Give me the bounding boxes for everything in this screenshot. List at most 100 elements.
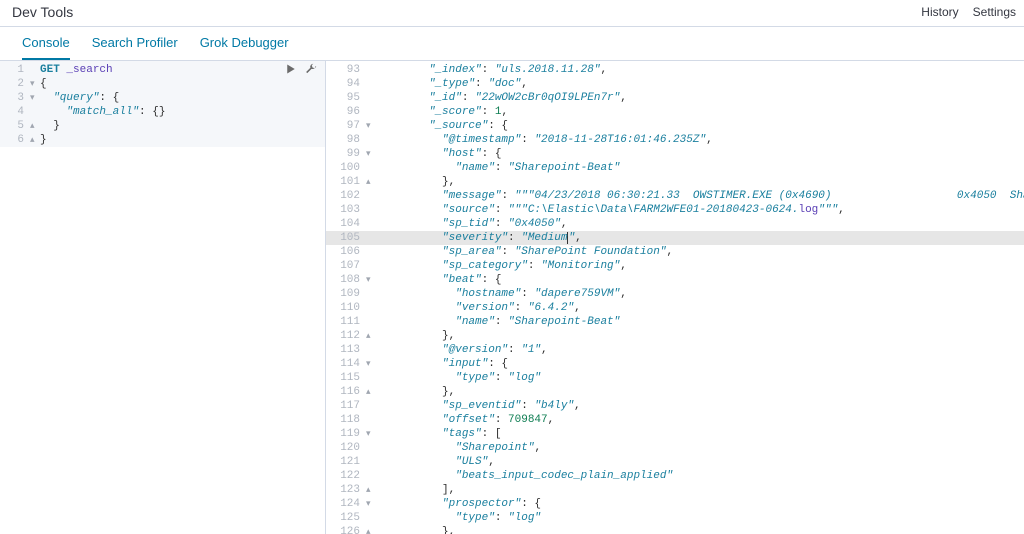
code-line[interactable]: 125 "type": "log": [326, 511, 1024, 525]
code-line[interactable]: 108▾ "beat": {: [326, 273, 1024, 287]
code-content[interactable]: }: [40, 119, 325, 133]
code-content[interactable]: "beats_input_codec_plain_applied": [376, 469, 1024, 483]
code-line[interactable]: 103 "source": """C:\Elastic\Data\FARM2WF…: [326, 203, 1024, 217]
fold-toggle[interactable]: ▴: [366, 385, 376, 399]
code-line[interactable]: 4 "match_all": {}: [0, 105, 325, 119]
code-line[interactable]: 109 "hostname": "dapere759VM",: [326, 287, 1024, 301]
code-line[interactable]: 116▴ },: [326, 385, 1024, 399]
fold-toggle[interactable]: ▾: [366, 119, 376, 133]
fold-toggle[interactable]: ▴: [366, 483, 376, 497]
fold-toggle[interactable]: ▾: [366, 273, 376, 287]
code-content[interactable]: },: [376, 525, 1024, 534]
code-content[interactable]: "hostname": "dapere759VM",: [376, 287, 1024, 301]
code-line[interactable]: 1GET _search: [0, 63, 325, 77]
code-content[interactable]: "sp_area": "SharePoint Foundation",: [376, 245, 1024, 259]
code-line[interactable]: 94 "_type": "doc",: [326, 77, 1024, 91]
code-line[interactable]: 102 "message": """04/23/2018 06:30:21.33…: [326, 189, 1024, 203]
fold-toggle[interactable]: ▾: [30, 91, 40, 105]
run-icon[interactable]: [285, 63, 297, 78]
code-content[interactable]: "_index": "uls.2018.11.28",: [376, 63, 1024, 77]
code-content[interactable]: "offset": 709847,: [376, 413, 1024, 427]
code-content[interactable]: "severity": "Medium",: [376, 231, 1024, 245]
fold-toggle[interactable]: ▾: [30, 77, 40, 91]
code-line[interactable]: 112▴ },: [326, 329, 1024, 343]
code-line[interactable]: 121 "ULS",: [326, 455, 1024, 469]
wrench-icon[interactable]: [305, 63, 317, 78]
tab-console[interactable]: Console: [22, 35, 70, 60]
code-content[interactable]: "ULS",: [376, 455, 1024, 469]
code-content[interactable]: "name": "Sharepoint-Beat": [376, 315, 1024, 329]
code-content[interactable]: "input": {: [376, 357, 1024, 371]
code-line[interactable]: 115 "type": "log": [326, 371, 1024, 385]
code-content[interactable]: "query": {: [40, 91, 325, 105]
code-line[interactable]: 93 "_index": "uls.2018.11.28",: [326, 63, 1024, 77]
code-content[interactable]: "@version": "1",: [376, 343, 1024, 357]
fold-toggle[interactable]: ▴: [366, 525, 376, 534]
code-line[interactable]: 114▾ "input": {: [326, 357, 1024, 371]
code-content[interactable]: "host": {: [376, 147, 1024, 161]
fold-toggle[interactable]: ▴: [366, 175, 376, 189]
code-line[interactable]: 110 "version": "6.4.2",: [326, 301, 1024, 315]
code-line[interactable]: 107 "sp_category": "Monitoring",: [326, 259, 1024, 273]
settings-link[interactable]: Settings: [973, 5, 1016, 19]
history-link[interactable]: History: [921, 5, 958, 19]
code-line[interactable]: 106 "sp_area": "SharePoint Foundation",: [326, 245, 1024, 259]
code-line[interactable]: 105 "severity": "Medium",: [326, 231, 1024, 245]
code-content[interactable]: "sp_tid": "0x4050",: [376, 217, 1024, 231]
code-content[interactable]: "version": "6.4.2",: [376, 301, 1024, 315]
request-editor[interactable]: 1GET _search2▾{3▾ "query": {4 "match_all…: [0, 61, 325, 147]
code-line[interactable]: 98 "@timestamp": "2018-11-28T16:01:46.23…: [326, 133, 1024, 147]
code-line[interactable]: 111 "name": "Sharepoint-Beat": [326, 315, 1024, 329]
code-line[interactable]: 104 "sp_tid": "0x4050",: [326, 217, 1024, 231]
code-content[interactable]: "Sharepoint",: [376, 441, 1024, 455]
code-content[interactable]: GET _search: [40, 63, 325, 77]
fold-toggle[interactable]: ▾: [366, 357, 376, 371]
code-content[interactable]: "tags": [: [376, 427, 1024, 441]
code-content[interactable]: "name": "Sharepoint-Beat": [376, 161, 1024, 175]
code-content[interactable]: "beat": {: [376, 273, 1024, 287]
code-line[interactable]: 95 "_id": "22wOW2cBr0qOI9LPEn7r",: [326, 91, 1024, 105]
code-line[interactable]: 126▴ },: [326, 525, 1024, 534]
code-content[interactable]: },: [376, 175, 1024, 189]
response-editor[interactable]: 93 "_index": "uls.2018.11.28",94 "_type"…: [326, 61, 1024, 534]
code-content[interactable]: "message": """04/23/2018 06:30:21.33 OWS…: [376, 189, 1024, 203]
code-content[interactable]: "prospector": {: [376, 497, 1024, 511]
code-content[interactable]: },: [376, 385, 1024, 399]
code-line[interactable]: 99▾ "host": {: [326, 147, 1024, 161]
fold-toggle[interactable]: ▾: [366, 427, 376, 441]
code-content[interactable]: "_type": "doc",: [376, 77, 1024, 91]
code-line[interactable]: 122 "beats_input_codec_plain_applied": [326, 469, 1024, 483]
code-line[interactable]: 3▾ "query": {: [0, 91, 325, 105]
tab-search-profiler[interactable]: Search Profiler: [92, 35, 178, 60]
code-content[interactable]: {: [40, 77, 325, 91]
fold-toggle[interactable]: ▴: [366, 329, 376, 343]
code-line[interactable]: 6▴}: [0, 133, 325, 147]
code-content[interactable]: },: [376, 329, 1024, 343]
code-content[interactable]: "type": "log": [376, 511, 1024, 525]
tab-grok-debugger[interactable]: Grok Debugger: [200, 35, 289, 60]
code-content[interactable]: "sp_eventid": "b4ly",: [376, 399, 1024, 413]
fold-toggle[interactable]: ▾: [366, 147, 376, 161]
fold-toggle[interactable]: ▴: [30, 133, 40, 147]
fold-toggle[interactable]: ▴: [30, 119, 40, 133]
code-line[interactable]: 120 "Sharepoint",: [326, 441, 1024, 455]
code-line[interactable]: 119▾ "tags": [: [326, 427, 1024, 441]
code-line[interactable]: 124▾ "prospector": {: [326, 497, 1024, 511]
code-content[interactable]: "sp_category": "Monitoring",: [376, 259, 1024, 273]
code-content[interactable]: "source": """C:\Elastic\Data\FARM2WFE01-…: [376, 203, 1024, 217]
code-line[interactable]: 117 "sp_eventid": "b4ly",: [326, 399, 1024, 413]
code-line[interactable]: 100 "name": "Sharepoint-Beat": [326, 161, 1024, 175]
code-content[interactable]: ],: [376, 483, 1024, 497]
code-content[interactable]: "_id": "22wOW2cBr0qOI9LPEn7r",: [376, 91, 1024, 105]
code-line[interactable]: 5▴ }: [0, 119, 325, 133]
code-content[interactable]: "type": "log": [376, 371, 1024, 385]
code-content[interactable]: }: [40, 133, 325, 147]
code-content[interactable]: "_score": 1,: [376, 105, 1024, 119]
code-line[interactable]: 2▾{: [0, 77, 325, 91]
code-line[interactable]: 118 "offset": 709847,: [326, 413, 1024, 427]
code-line[interactable]: 123▴ ],: [326, 483, 1024, 497]
code-content[interactable]: "@timestamp": "2018-11-28T16:01:46.235Z"…: [376, 133, 1024, 147]
code-content[interactable]: "_source": {: [376, 119, 1024, 133]
code-line[interactable]: 113 "@version": "1",: [326, 343, 1024, 357]
code-line[interactable]: 97▾ "_source": {: [326, 119, 1024, 133]
